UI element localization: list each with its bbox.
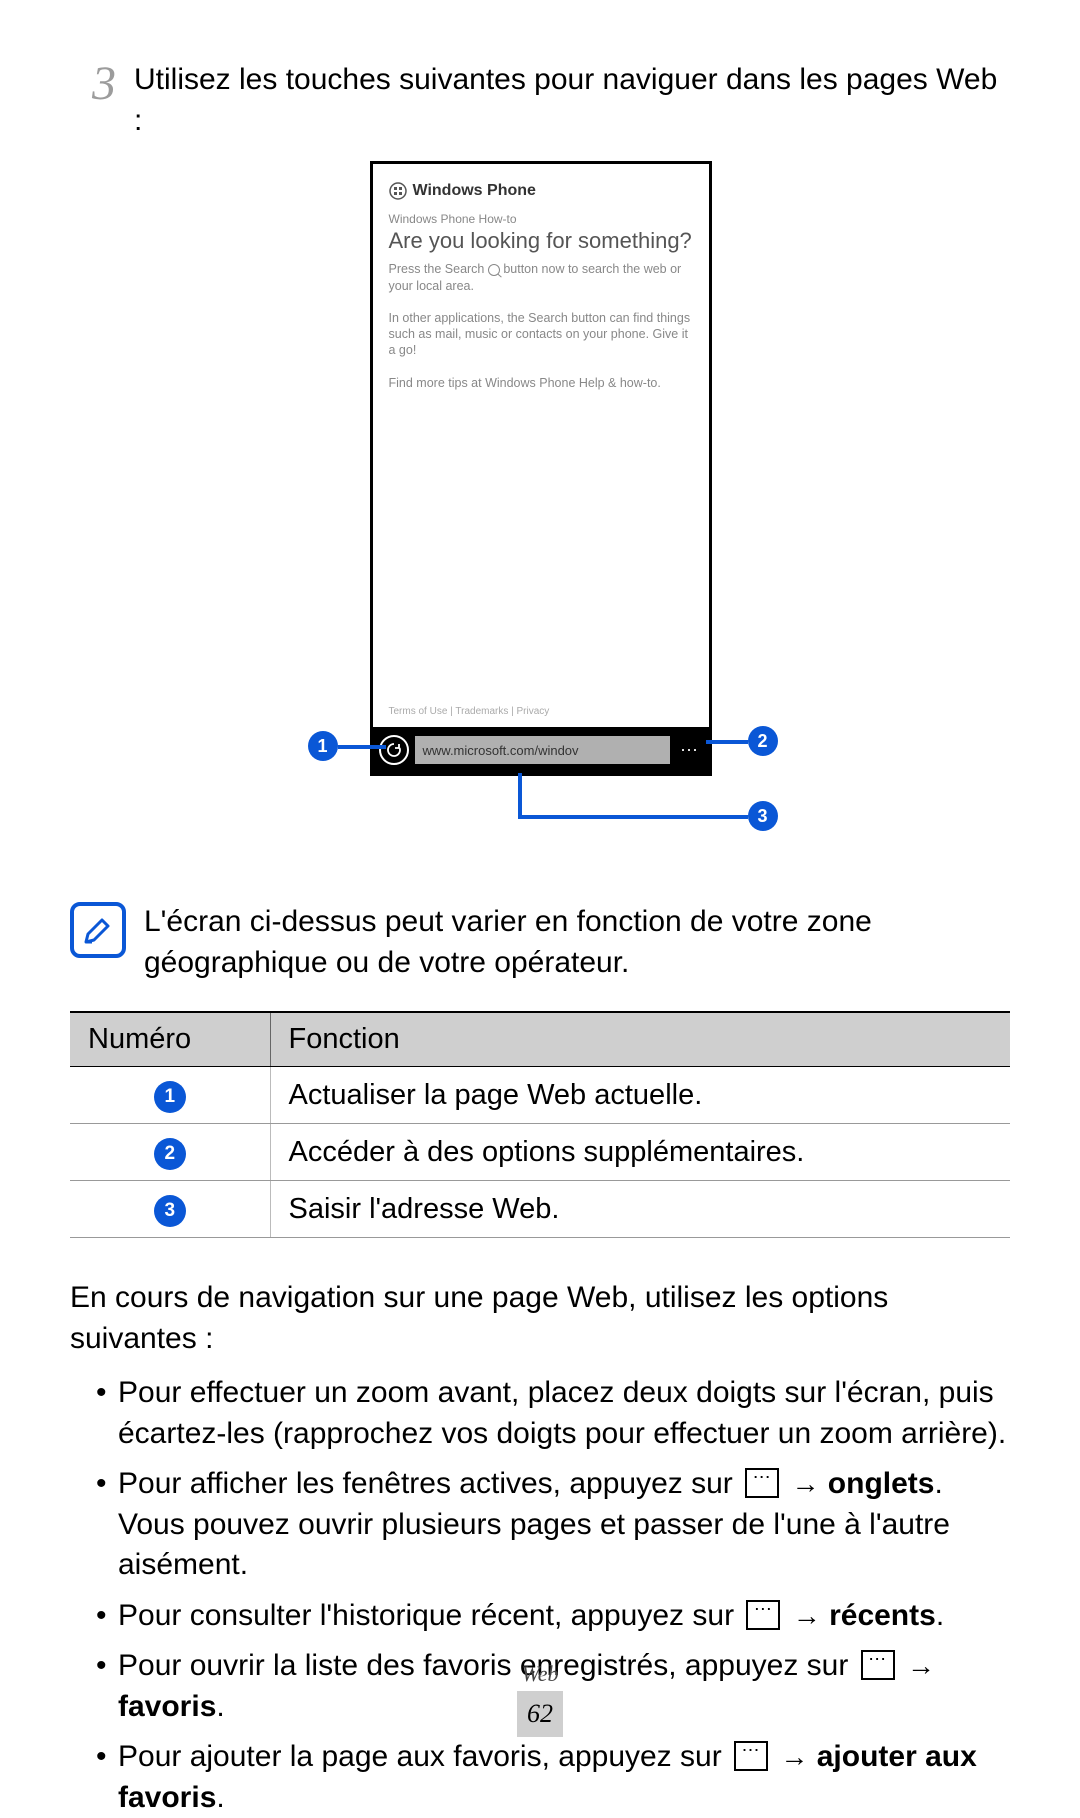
more-options-button[interactable]: ... (676, 741, 702, 760)
footer-section-name: Web (0, 1661, 1080, 1687)
list-item: Pour effectuer un zoom avant, placez deu… (100, 1373, 1010, 1454)
more-menu-icon (734, 1741, 768, 1771)
page-paragraph-1: Press the Search button now to search th… (389, 261, 693, 294)
callout-leader (518, 773, 522, 815)
refresh-icon (386, 742, 402, 758)
page-paragraph-3: Find more tips at Windows Phone Help & h… (389, 375, 693, 391)
options-intro: En cours de navigation sur une page Web,… (70, 1278, 1010, 1359)
search-icon (488, 264, 500, 276)
keyword-onglets: onglets (828, 1467, 935, 1500)
page-breadcrumb: Windows Phone How-to (389, 212, 693, 226)
row-badge: 3 (154, 1195, 186, 1227)
phone-webpage: Windows Phone Windows Phone How-to Are y… (373, 164, 709, 727)
row-desc: Accéder à des options supplémentaires. (270, 1124, 1010, 1181)
list-item: Pour ajouter la page aux favoris, appuye… (100, 1737, 1010, 1818)
callout-leader (706, 740, 748, 744)
function-table: Numéro Fonction 1 Actualiser la page Web… (70, 1011, 1010, 1238)
list-item: Pour consulter l'historique récent, appu… (100, 1596, 1010, 1637)
callout-3: 3 (748, 801, 778, 831)
callout-leader (338, 745, 386, 749)
arrow-icon: → (780, 1741, 808, 1772)
arrow-icon: → (791, 1468, 819, 1499)
options-list: Pour effectuer un zoom avant, placez deu… (70, 1373, 1010, 1818)
step-3: 3 Utilisez les touches suivantes pour na… (70, 60, 1010, 141)
list-item: Pour afficher les fenêtres actives, appu… (100, 1464, 1010, 1586)
browser-toolbar: www.microsoft.com/windov ... (373, 727, 709, 773)
more-menu-icon (745, 1468, 779, 1498)
callout-leader (518, 815, 748, 819)
page-heading: Are you looking for something? (389, 228, 693, 253)
address-bar[interactable]: www.microsoft.com/windov (415, 736, 671, 764)
table-header-function: Fonction (270, 1012, 1010, 1067)
note-block: L'écran ci-dessus peut varier en fonctio… (70, 902, 1010, 983)
step-number: 3 (70, 60, 116, 108)
row-desc: Actualiser la page Web actuelle. (270, 1067, 1010, 1124)
page-footer: Web 62 (0, 1661, 1080, 1737)
footer-page-number: 62 (517, 1691, 563, 1737)
table-row: 3 Saisir l'adresse Web. (70, 1181, 1010, 1238)
refresh-button[interactable] (379, 735, 409, 765)
note-text: L'écran ci-dessus peut varier en fonctio… (144, 902, 1010, 983)
brand-text: Windows Phone (413, 182, 536, 200)
phone-frame: Windows Phone Windows Phone How-to Are y… (370, 161, 712, 776)
callout-1: 1 (308, 731, 338, 761)
manual-page: 3 Utilisez les touches suivantes pour na… (0, 0, 1080, 1771)
phone-screenshot: Windows Phone Windows Phone How-to Are y… (258, 161, 823, 866)
table-row: 1 Actualiser la page Web actuelle. (70, 1067, 1010, 1124)
step-instruction: Utilisez les touches suivantes pour navi… (134, 60, 1010, 141)
row-desc: Saisir l'adresse Web. (270, 1181, 1010, 1238)
arrow-icon: → (793, 1600, 821, 1631)
row-badge: 2 (154, 1138, 186, 1170)
more-menu-icon (746, 1600, 780, 1630)
windows-icon (389, 182, 407, 200)
page-footer-links: Terms of Use | Trademarks | Privacy (389, 706, 693, 717)
keyword-recents: récents (829, 1599, 936, 1632)
table-header-number: Numéro (70, 1012, 270, 1067)
callout-2: 2 (748, 726, 778, 756)
page-paragraph-2: In other applications, the Search button… (389, 310, 693, 359)
note-icon (70, 902, 126, 958)
row-badge: 1 (154, 1081, 186, 1113)
table-row: 2 Accéder à des options supplémentaires. (70, 1124, 1010, 1181)
windows-phone-logo: Windows Phone (389, 182, 693, 200)
